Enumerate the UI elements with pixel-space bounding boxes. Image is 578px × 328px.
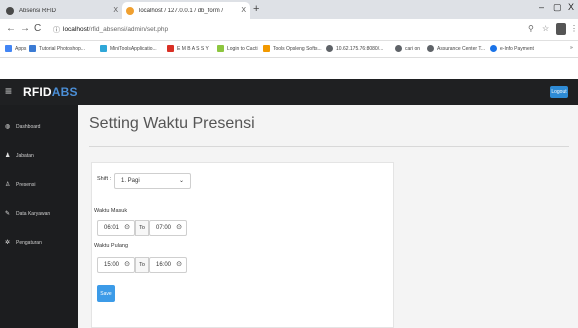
bookmarks-bar: Apps Tutorial Photoshop... MiniToolsAppl… bbox=[0, 41, 578, 58]
save-button[interactable]: Save bbox=[97, 285, 115, 302]
sidebar-item-label: Presensi bbox=[16, 181, 36, 188]
sidebar-item-jabatan[interactable]: ♟ Jabatan bbox=[5, 152, 34, 160]
forward-arrow-icon[interactable]: → bbox=[20, 23, 30, 34]
clock-icon: ⊙ bbox=[124, 261, 130, 268]
tab-title: Absensi RFID bbox=[19, 7, 57, 14]
globe-icon bbox=[427, 45, 434, 52]
minimize-button[interactable]: – bbox=[539, 2, 544, 12]
bookmark-icon bbox=[29, 45, 36, 52]
bookmark-tutorial-photoshop[interactable]: Tutorial Photoshop... bbox=[29, 45, 85, 52]
pulang-from-time-input[interactable]: 15:00 ⊙ bbox=[97, 257, 135, 273]
dashboard-icon: ◍ bbox=[5, 124, 11, 130]
apps-grid-icon bbox=[5, 45, 12, 52]
page-title: Setting Waktu Presensi bbox=[89, 115, 255, 132]
bookmark-login-cacti[interactable]: Login to Cacti bbox=[217, 45, 258, 52]
tab-title: localhost / 127.0.0.1 / db_form / bbox=[139, 7, 224, 14]
tab-close-icon[interactable]: X bbox=[241, 7, 246, 14]
url-field[interactable]: ⓘ localhost/rfid_absensi/admin/set.php bbox=[53, 22, 523, 37]
back-arrow-icon[interactable]: ← bbox=[6, 23, 16, 34]
bookmark-icon bbox=[490, 45, 497, 52]
sidebar-item-label: Jabatan bbox=[16, 152, 34, 159]
globe-icon bbox=[326, 45, 333, 52]
tab-close-icon[interactable]: X bbox=[113, 7, 118, 14]
users-icon: ♟ bbox=[5, 153, 11, 159]
logout-button[interactable]: Logout bbox=[550, 86, 568, 98]
zoom-icon[interactable]: ⚲ bbox=[528, 24, 534, 33]
sidebar-item-label: Dashboard bbox=[16, 123, 41, 130]
chevron-down-icon: ⌄ bbox=[178, 178, 184, 184]
clock-icon: ⊙ bbox=[124, 224, 130, 231]
bookmark-ip-address[interactable]: 10.62.175.76:8080/... bbox=[326, 45, 383, 52]
shift-select[interactable]: 1. Pagi ⌄ bbox=[114, 173, 191, 189]
sidebar-item-dashboard[interactable]: ◍ Dashboard bbox=[5, 123, 41, 131]
bookmarks-overflow-icon[interactable]: » bbox=[570, 45, 573, 51]
bookmark-icon bbox=[100, 45, 107, 52]
url-host: localhost bbox=[63, 26, 89, 33]
masuk-to-time-input[interactable]: 07:00 ⊙ bbox=[149, 220, 187, 236]
sidebar-item-label: Pengaturan bbox=[16, 239, 42, 246]
main-content: Setting Waktu Presensi Shift : 1. Pagi ⌄… bbox=[78, 105, 578, 328]
browser-tab-bar: Absensi RFID X localhost / 127.0.0.1 / d… bbox=[0, 0, 578, 19]
title-divider bbox=[89, 146, 569, 147]
extension-icon[interactable] bbox=[556, 23, 566, 35]
app-navbar: ≡ RFIDABS Logout bbox=[0, 79, 578, 105]
hamburger-menu-icon[interactable]: ≡ bbox=[5, 85, 12, 97]
shift-label: Shift : bbox=[97, 176, 112, 182]
new-tab-button[interactable]: + bbox=[253, 3, 259, 15]
bookmark-tools-opsleng[interactable]: Tools Opsleng Softs... bbox=[263, 45, 322, 52]
phpmyadmin-icon bbox=[126, 6, 134, 15]
browser-tab-absensi[interactable]: Absensi RFID X bbox=[2, 2, 122, 19]
bookmark-assurance-center[interactable]: Assurance Center T... bbox=[427, 45, 485, 52]
edit-icon: ✎ bbox=[5, 211, 11, 217]
clock-icon: ⊙ bbox=[176, 261, 182, 268]
masuk-from-time-input[interactable]: 06:01 ⊙ bbox=[97, 220, 135, 236]
user-icon: ♙ bbox=[5, 182, 11, 188]
waktu-pulang-label: Waktu Pulang bbox=[94, 243, 129, 249]
bookmark-icon bbox=[167, 45, 174, 52]
globe-icon bbox=[6, 6, 14, 15]
bookmark-minitools[interactable]: MiniToolsApplicatio... bbox=[100, 45, 157, 52]
info-icon: ⓘ bbox=[53, 26, 60, 34]
maximize-button[interactable]: ▢ bbox=[553, 2, 562, 13]
browser-tab-phpmyadmin[interactable]: localhost / 127.0.0.1 / db_form / X bbox=[122, 2, 250, 19]
pulang-to-time-input[interactable]: 16:00 ⊙ bbox=[149, 257, 187, 273]
globe-icon bbox=[395, 45, 402, 52]
clock-icon: ⊙ bbox=[176, 224, 182, 231]
pulang-to-addon: To bbox=[135, 257, 149, 273]
sidebar-item-pengaturan[interactable]: ✲ Pengaturan bbox=[5, 239, 42, 247]
settings-card: Shift : 1. Pagi ⌄ Waktu Masuk 06:01 ⊙ To… bbox=[91, 162, 394, 328]
sidebar: ◍ Dashboard ♟ Jabatan ♙ Presensi ✎ Data … bbox=[0, 105, 78, 328]
sidebar-item-data-karyawan[interactable]: ✎ Data Karyawan bbox=[5, 210, 51, 218]
window-close-button[interactable]: X bbox=[568, 2, 574, 12]
star-icon[interactable]: ☆ bbox=[542, 24, 549, 33]
bookmark-cari-on[interactable]: cari on bbox=[395, 45, 420, 52]
sidebar-item-presensi[interactable]: ♙ Presensi bbox=[5, 181, 36, 189]
bookmark-einfo-payment[interactable]: e-Info Payment bbox=[490, 45, 534, 52]
bookmark-icon bbox=[263, 45, 270, 52]
brand-logo[interactable]: RFIDABS bbox=[23, 85, 78, 99]
url-path: /rfid_absensi/admin/set.php bbox=[88, 26, 169, 33]
gear-icon: ✲ bbox=[5, 240, 11, 246]
sidebar-item-label: Data Karyawan bbox=[16, 210, 51, 217]
bookmark-embassy[interactable]: E M B A S S Y bbox=[167, 45, 209, 52]
masuk-to-addon: To bbox=[135, 220, 149, 236]
reload-icon[interactable]: C bbox=[34, 23, 41, 34]
bookmark-apps[interactable]: Apps bbox=[5, 45, 26, 52]
waktu-masuk-label: Waktu Masuk bbox=[94, 208, 128, 214]
bookmark-icon bbox=[217, 45, 224, 52]
address-bar-row: ← → C ⓘ localhost/rfid_absensi/admin/set… bbox=[0, 19, 578, 41]
menu-dots-icon[interactable]: ⋮ bbox=[570, 24, 578, 33]
